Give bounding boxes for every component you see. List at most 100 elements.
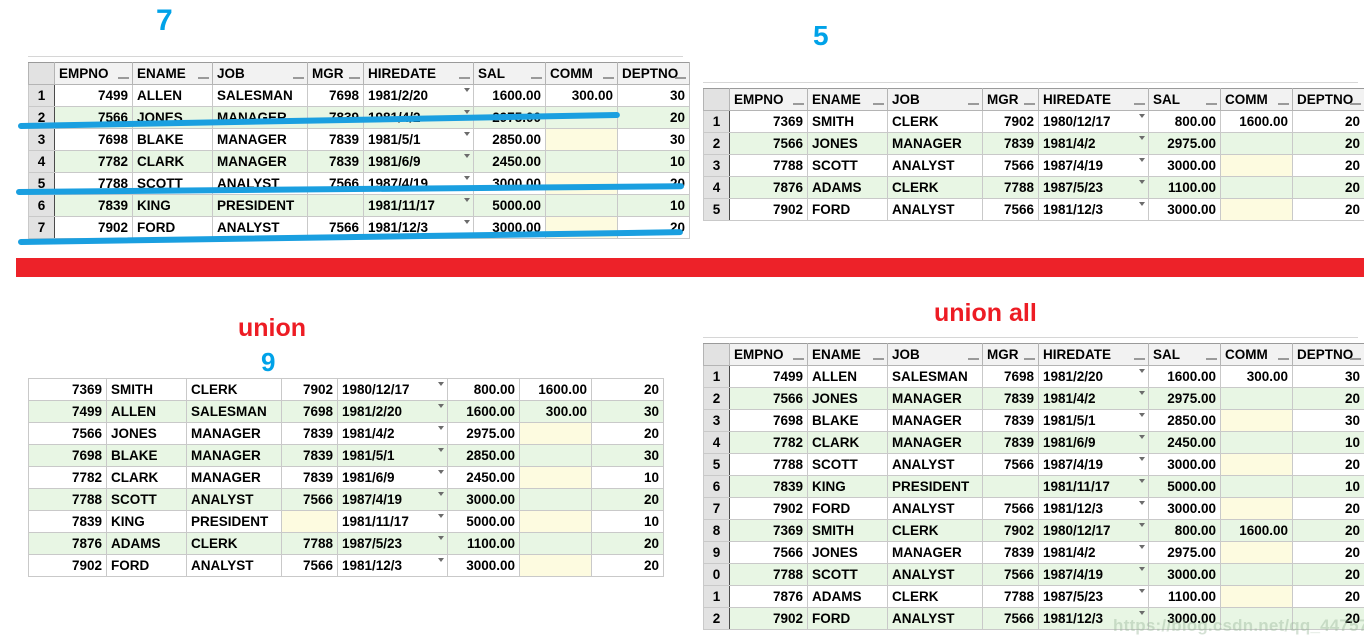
cell-empno[interactable]: 7839 (28, 510, 107, 533)
column-header-mgr[interactable]: MGR (982, 343, 1039, 366)
cell-hiredate[interactable]: 1987/4/19 (1038, 453, 1149, 476)
cell-hiredate[interactable]: 1987/4/19 (1038, 154, 1149, 177)
cell-empno[interactable]: 7566 (729, 541, 808, 564)
cell-hiredate[interactable]: 1981/4/2 (337, 422, 448, 445)
cell-sal[interactable]: 1100.00 (447, 532, 520, 555)
chevron-down-icon[interactable] (1139, 567, 1145, 571)
cell-job[interactable]: PRESIDENT (186, 510, 282, 533)
cell-comm[interactable] (1220, 198, 1293, 221)
cell-comm[interactable] (519, 532, 592, 555)
chevron-down-icon[interactable] (1139, 611, 1145, 615)
cell-mgr[interactable]: 7902 (281, 378, 338, 401)
cell-empno[interactable]: 7788 (729, 563, 808, 586)
cell-comm[interactable] (1220, 475, 1293, 498)
cell-job[interactable]: MANAGER (212, 150, 308, 173)
chevron-down-icon[interactable] (1139, 545, 1145, 549)
cell-sal[interactable]: 800.00 (447, 378, 520, 401)
cell-empno[interactable]: 7902 (729, 198, 808, 221)
table-row[interactable]: 7839 KING PRESIDENT 1981/11/17 5000.00 10 (28, 510, 664, 533)
cell-hiredate[interactable]: 1987/4/19 (1038, 563, 1149, 586)
cell-comm[interactable] (519, 554, 592, 577)
table-row[interactable]: 27566JONESMANAGER78391981/4/22975.00 20 (703, 132, 1364, 155)
cell-job[interactable]: PRESIDENT (212, 194, 308, 217)
cell-mgr[interactable]: 7566 (982, 607, 1039, 630)
cell-job[interactable]: ANALYST (186, 554, 282, 577)
cell-hiredate[interactable]: 1981/5/1 (363, 128, 474, 151)
chevron-down-icon[interactable] (464, 176, 470, 180)
chevron-down-icon[interactable] (438, 536, 444, 540)
table-row[interactable]: 27566JONESMANAGER78391981/4/22975.00 20 (703, 387, 1364, 410)
cell-job[interactable]: ANALYST (887, 563, 983, 586)
cell-mgr[interactable]: 7839 (982, 409, 1039, 432)
cell-empno[interactable]: 7782 (28, 466, 107, 489)
cell-hiredate[interactable]: 1987/5/23 (1038, 176, 1149, 199)
table-row[interactable]: 5 7902 FORD ANALYST 7566 1981/12/3 3000.00 20 (703, 198, 1364, 221)
cell-empno[interactable]: 7902 (729, 497, 808, 520)
cell-job[interactable]: PRESIDENT (887, 475, 983, 498)
cell-mgr[interactable]: 7839 (281, 466, 338, 489)
chevron-down-icon[interactable] (438, 558, 444, 562)
cell-deptno[interactable]: 30 (1292, 409, 1364, 432)
cell-mgr[interactable]: 7902 (982, 110, 1039, 133)
table-row[interactable]: 7782 CLARK MANAGER 7839 1981/6/9 2450.00 10 (28, 466, 664, 489)
cell-hiredate[interactable]: 1981/5/1 (1038, 409, 1149, 432)
cell-ename[interactable]: JONES (807, 132, 888, 155)
cell-sal[interactable]: 5000.00 (447, 510, 520, 533)
rownum-column-header[interactable] (28, 62, 55, 85)
cell-empno[interactable]: 7566 (729, 387, 808, 410)
row-number-cell[interactable]: 3 (703, 409, 730, 432)
cell-deptno[interactable]: 20 (1292, 519, 1364, 542)
chevron-down-icon[interactable] (438, 448, 444, 452)
cell-job[interactable]: CLERK (887, 585, 983, 608)
cell-job[interactable]: MANAGER (186, 444, 282, 467)
cell-sal[interactable]: 5000.00 (1148, 475, 1221, 498)
cell-mgr[interactable]: 7566 (982, 453, 1039, 476)
column-header-comm[interactable]: COMM (1220, 343, 1293, 366)
chevron-down-icon[interactable] (438, 492, 444, 496)
cell-hiredate[interactable]: 1981/12/3 (337, 554, 448, 577)
row-number-cell[interactable]: 5 (703, 453, 730, 476)
cell-sal[interactable]: 2450.00 (447, 466, 520, 489)
cell-ename[interactable]: FORD (807, 497, 888, 520)
column-header-sal[interactable]: SAL (1148, 88, 1221, 111)
row-number-cell[interactable]: 3 (28, 128, 55, 151)
cell-deptno[interactable]: 20 (1292, 541, 1364, 564)
cell-mgr[interactable]: 7566 (982, 198, 1039, 221)
cell-sal[interactable]: 1600.00 (447, 400, 520, 423)
column-header-empno[interactable]: EMPNO (729, 343, 808, 366)
top-right-results-grid[interactable]: EMPNO ENAME JOB MGR HIREDATE SAL COMM DEPTNO 1 73… (703, 88, 1364, 221)
cell-mgr[interactable] (281, 510, 338, 533)
row-number-cell[interactable]: 0 (703, 563, 730, 586)
column-header-job[interactable]: JOB (887, 88, 983, 111)
table-row[interactable]: 1 7499 ALLEN SALESMAN 7698 1981/2/20 1600.00 30… (28, 84, 690, 107)
cell-mgr[interactable]: 7839 (982, 541, 1039, 564)
cell-job[interactable]: MANAGER (887, 387, 983, 410)
table-row[interactable]: 7566 JONES MANAGER 7839 1981/4/2 2975.00 20 (28, 422, 664, 445)
cell-ename[interactable]: BLAKE (807, 409, 888, 432)
chevron-down-icon[interactable] (464, 154, 470, 158)
cell-mgr[interactable] (307, 194, 364, 217)
cell-ename[interactable]: CLARK (132, 150, 213, 173)
chevron-down-icon[interactable] (1139, 589, 1145, 593)
cell-sal[interactable]: 2450.00 (1148, 431, 1221, 454)
cell-comm[interactable] (1220, 176, 1293, 199)
cell-deptno[interactable]: 30 (617, 128, 690, 151)
cell-sal[interactable]: 2450.00 (473, 150, 546, 173)
cell-empno[interactable]: 7876 (28, 532, 107, 555)
column-header-ename[interactable]: ENAME (132, 62, 213, 85)
cell-hiredate[interactable]: 1980/12/17 (1038, 110, 1149, 133)
cell-deptno[interactable]: 20 (591, 532, 664, 555)
cell-mgr[interactable]: 7839 (281, 422, 338, 445)
cell-mgr[interactable]: 7902 (982, 519, 1039, 542)
cell-sal[interactable]: 3000.00 (1148, 563, 1221, 586)
cell-ename[interactable]: BLAKE (106, 444, 187, 467)
cell-ename[interactable]: JONES (106, 422, 187, 445)
cell-deptno[interactable]: 30 (1292, 365, 1364, 388)
cell-job[interactable]: ANALYST (186, 488, 282, 511)
row-number-cell[interactable]: 1 (703, 585, 730, 608)
column-header-hiredate[interactable]: HIREDATE (1038, 88, 1149, 111)
cell-job[interactable]: MANAGER (887, 431, 983, 454)
cell-mgr[interactable]: 7788 (982, 176, 1039, 199)
cell-empno[interactable]: 7902 (28, 554, 107, 577)
table-row[interactable]: 1 7369 SMITH CLERK 7902 1980/12/17 800.00 1600.… (703, 110, 1364, 133)
